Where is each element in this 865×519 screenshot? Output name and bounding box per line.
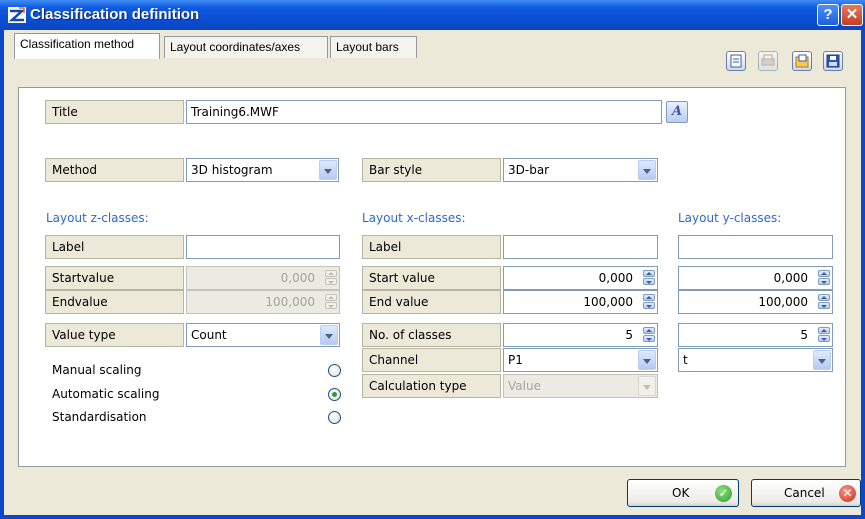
automatic-scaling-label: Automatic scaling	[52, 387, 160, 401]
x-classes-count-label: No. of classes	[362, 323, 501, 347]
x-start-value-label: Start value	[362, 266, 501, 290]
x-end-value-label: End value	[362, 290, 501, 314]
x-end-value-input[interactable]: 100,000	[503, 290, 658, 314]
tab-layout-bars[interactable]: Layout bars	[330, 36, 417, 58]
standardisation-label: Standardisation	[52, 410, 147, 424]
z-label-input[interactable]	[186, 235, 340, 259]
save-icon[interactable]	[823, 51, 843, 71]
x-label-input[interactable]	[503, 235, 658, 259]
y-classes-count: 5	[800, 328, 808, 342]
y-start-value: 0,000	[773, 271, 808, 285]
x-start-value-input[interactable]: 0,000	[503, 266, 658, 290]
method-label: Method	[45, 158, 184, 182]
y-label-input[interactable]	[678, 235, 833, 259]
title-bar[interactable]: Classification definition ? ✕	[0, 0, 865, 30]
x-channel-value: P1	[508, 353, 523, 367]
y-start-value-input[interactable]: 0,000	[678, 266, 833, 290]
z-endvalue-value: 100,000	[265, 295, 315, 309]
x-classes-count-input[interactable]: 5	[503, 323, 658, 347]
spinner-icon[interactable]	[643, 294, 655, 310]
y-channel-select[interactable]: t	[678, 348, 833, 372]
x-end-value: 100,000	[583, 295, 633, 309]
z-startvalue-label: Startvalue	[45, 266, 184, 290]
value-type-select[interactable]: Count	[186, 323, 340, 347]
manual-scaling-label: Manual scaling	[52, 363, 142, 377]
ok-button[interactable]: OK ✓	[627, 479, 739, 507]
chevron-down-icon[interactable]	[638, 350, 656, 370]
calculation-type-select: Value	[503, 374, 658, 398]
chevron-down-icon[interactable]	[319, 160, 337, 180]
spinner-icon[interactable]	[643, 327, 655, 343]
print-icon[interactable]	[758, 51, 778, 71]
chevron-down-icon[interactable]	[638, 160, 656, 180]
bar-style-value: 3D-bar	[508, 163, 550, 177]
ok-button-label: OK	[672, 486, 690, 500]
z-endvalue-input: 100,000	[186, 290, 340, 314]
help-button[interactable]: ?	[817, 4, 839, 26]
bar-style-select[interactable]: 3D-bar	[503, 158, 658, 182]
tab-layout-coordinates[interactable]: Layout coordinates/axes	[164, 36, 328, 58]
bar-style-label: Bar style	[362, 158, 501, 182]
chevron-down-icon	[638, 376, 656, 396]
chevron-down-icon[interactable]	[813, 350, 831, 370]
x-classes-heading: Layout x-classes:	[362, 211, 466, 225]
chevron-down-icon[interactable]	[320, 325, 338, 345]
spinner-icon	[325, 270, 337, 286]
y-classes-heading: Layout y-classes:	[678, 211, 782, 225]
open-icon[interactable]	[792, 51, 812, 71]
spinner-icon[interactable]	[643, 270, 655, 286]
x-classes-count: 5	[625, 328, 633, 342]
tab-classification-method[interactable]: Classification method	[14, 33, 160, 59]
automatic-scaling-radio[interactable]	[328, 388, 341, 401]
cancel-x-icon: ✕	[839, 485, 856, 502]
spinner-icon[interactable]	[818, 294, 830, 310]
spinner-icon	[325, 294, 337, 310]
dialog-window: Classification definition ? ✕ Classifica…	[0, 0, 865, 519]
title-input[interactable]: Training6.MWF	[186, 100, 662, 124]
spinner-icon[interactable]	[818, 270, 830, 286]
calculation-type-value: Value	[508, 379, 541, 393]
value-type-label: Value type	[45, 323, 184, 347]
y-end-value: 100,000	[758, 295, 808, 309]
x-channel-select[interactable]: P1	[503, 348, 658, 372]
title-label: Title	[45, 100, 184, 124]
calculation-type-label: Calculation type	[362, 374, 501, 398]
channel-label: Channel	[362, 348, 501, 372]
z-startvalue-value: 0,000	[280, 271, 315, 285]
close-button[interactable]: ✕	[841, 4, 863, 26]
y-classes-count-input[interactable]: 5	[678, 323, 833, 347]
z-endvalue-label: Endvalue	[45, 290, 184, 314]
method-select[interactable]: 3D histogram	[186, 158, 339, 182]
check-icon: ✓	[715, 485, 732, 502]
spinner-icon[interactable]	[818, 327, 830, 343]
manual-scaling-radio[interactable]	[328, 364, 341, 377]
font-style-button[interactable]: A	[666, 101, 688, 123]
z-startvalue-input: 0,000	[186, 266, 340, 290]
app-icon	[8, 7, 26, 23]
x-label-label: Label	[362, 235, 501, 259]
y-end-value-input[interactable]: 100,000	[678, 290, 833, 314]
x-start-value: 0,000	[598, 271, 633, 285]
y-channel-value: t	[683, 353, 688, 367]
z-label-label: Label	[45, 235, 184, 259]
cancel-button[interactable]: Cancel ✕	[751, 479, 861, 507]
z-classes-heading: Layout z-classes:	[46, 211, 149, 225]
new-document-icon[interactable]	[726, 51, 746, 71]
window-title: Classification definition	[30, 6, 200, 23]
standardisation-radio[interactable]	[328, 411, 341, 424]
cancel-button-label: Cancel	[784, 486, 825, 500]
value-type-value: Count	[191, 328, 227, 342]
method-value: 3D histogram	[191, 163, 273, 177]
